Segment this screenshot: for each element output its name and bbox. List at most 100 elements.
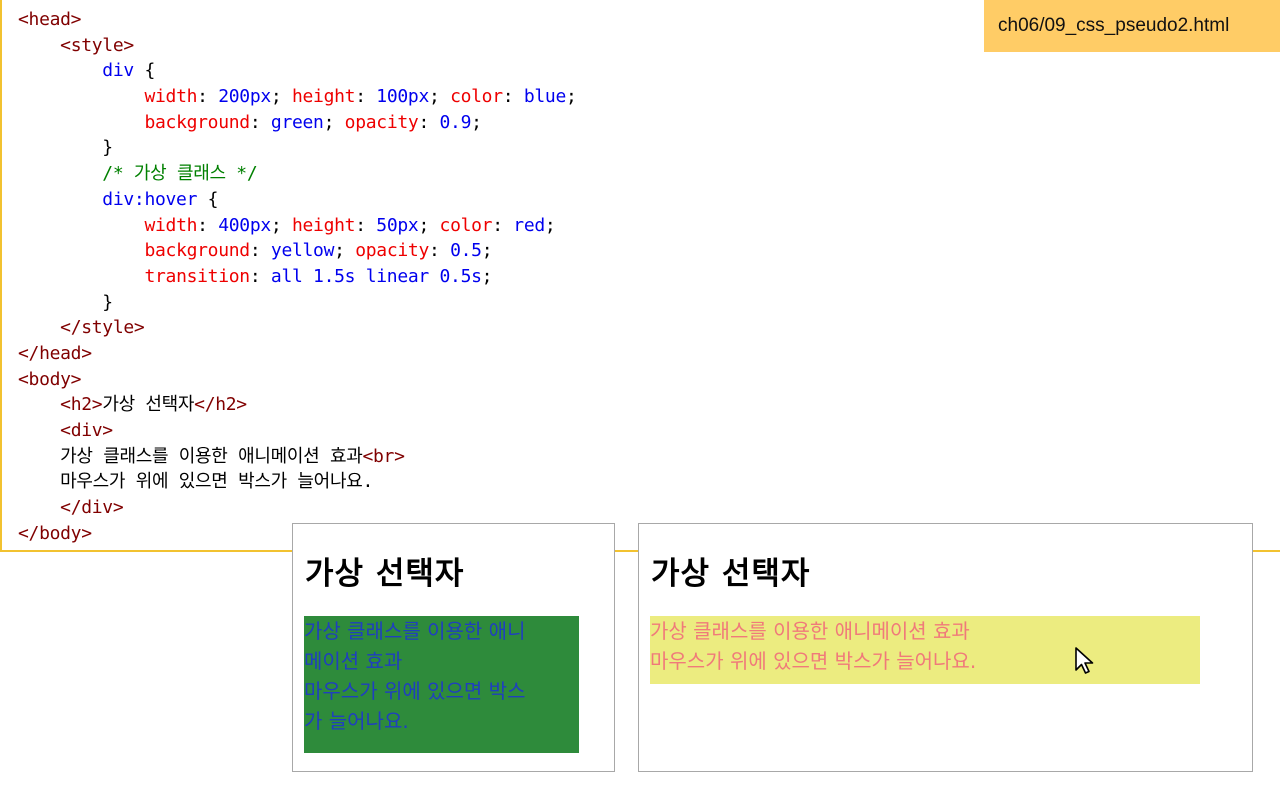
code-property: width	[144, 214, 198, 236]
code-punctuation	[18, 112, 144, 133]
code-punctuation: ;	[428, 86, 451, 108]
code-punctuation: ;	[544, 214, 556, 236]
code-punctuation	[18, 394, 60, 415]
code-value: green	[270, 111, 324, 133]
code-tag: </body>	[18, 522, 92, 544]
code-tag: <div>	[60, 420, 113, 441]
demo-box-normal[interactable]: 가상 클래스를 이용한 애니 메이션 효과 마우스가 위에 있으면 박스 가 늘…	[304, 616, 579, 753]
demo-text-line: 가상 클래스를 이용한 애니	[304, 619, 526, 643]
code-tag: </h2>	[194, 394, 247, 416]
code-value: 0.9	[439, 111, 472, 133]
demo-text-line: 마우스가 위에 있으면 박스	[304, 679, 526, 703]
code-property: width	[144, 86, 198, 108]
demo-text-line: 가 늘어나요.	[304, 709, 409, 733]
code-punctuation	[18, 497, 60, 518]
code-tag: </head>	[18, 342, 92, 364]
code-punctuation: :	[197, 86, 219, 108]
code-value: 50px	[376, 214, 419, 236]
code-line: <div>	[18, 418, 577, 444]
code-value: div	[102, 60, 134, 82]
code-line: 마우스가 위에 있으면 박스가 늘어나요.	[18, 469, 577, 495]
code-line: /* 가상 클래스 */	[18, 161, 577, 187]
code-punctuation: :	[355, 214, 377, 236]
code-punctuation	[18, 215, 144, 236]
demo-box-hover[interactable]: 가상 클래스를 이용한 애니메이션 효과 마우스가 위에 있으면 박스가 늘어나…	[650, 616, 1200, 684]
code-tag: </style>	[60, 317, 145, 339]
code-line: </style>	[18, 315, 577, 341]
code-property: color	[439, 214, 493, 236]
code-line: 가상 클래스를 이용한 애니메이션 효과<br>	[18, 444, 577, 470]
code-value: red	[513, 214, 545, 236]
code-punctuation: {	[197, 188, 219, 210]
code-punctuation	[18, 317, 60, 338]
code-text: 가상 선택자	[102, 394, 195, 416]
code-punctuation: ;	[270, 214, 292, 236]
code-property: transition	[144, 265, 250, 287]
code-punctuation	[18, 420, 60, 441]
code-tag: <h2>	[60, 394, 103, 416]
code-punctuation	[18, 189, 102, 210]
code-punctuation: ;	[481, 265, 493, 287]
code-punctuation: :	[492, 214, 514, 236]
code-punctuation	[18, 266, 144, 287]
code-line: </div>	[18, 495, 577, 521]
code-line: <head>	[18, 7, 577, 33]
code-value: blue	[523, 86, 566, 108]
code-punctuation: :	[502, 86, 524, 108]
code-punctuation: ;	[565, 86, 577, 108]
code-property: opacity	[355, 240, 429, 262]
code-line: transition: all 1.5s linear 0.5s;	[18, 264, 577, 290]
arrow-cursor-icon	[1075, 647, 1094, 674]
code-tag: </div>	[60, 497, 124, 519]
code-punctuation: :	[418, 111, 440, 133]
code-punctuation	[18, 471, 60, 492]
code-punctuation: :	[355, 86, 377, 108]
code-punctuation: ;	[270, 86, 292, 108]
code-line: </head>	[18, 341, 577, 367]
code-tag: <body>	[18, 368, 82, 390]
code-line: <h2>가상 선택자</h2>	[18, 392, 577, 418]
preview-normal-state: 가상 선택자 가상 클래스를 이용한 애니 메이션 효과 마우스가 위에 있으면…	[292, 523, 615, 772]
code-punctuation: }	[18, 137, 113, 159]
demo-text-line: 마우스가 위에 있으면 박스가 늘어나요.	[650, 649, 977, 673]
code-panel: <head> <style> div { width: 200px; heigh…	[0, 0, 1280, 552]
code-value: 0.5	[450, 240, 482, 262]
code-punctuation: }	[18, 291, 113, 313]
code-value: yellow	[270, 240, 335, 262]
code-comment: /* 가상 클래스 */	[102, 163, 258, 185]
code-property: height	[291, 86, 356, 108]
code-line: }	[18, 290, 577, 316]
code-punctuation: :	[249, 111, 271, 133]
code-punctuation: ;	[334, 240, 356, 262]
code-punctuation	[18, 163, 102, 184]
code-value: 100px	[376, 86, 429, 108]
code-text: 마우스가 위에 있으면 박스가 늘어나요.	[60, 471, 373, 493]
code-line: width: 200px; height: 100px; color: blue…	[18, 84, 577, 110]
code-value: all 1.5s linear 0.5s	[270, 265, 482, 287]
code-punctuation: {	[133, 60, 155, 82]
preview-hover-state: 가상 선택자 가상 클래스를 이용한 애니메이션 효과 마우스가 위에 있으면 …	[638, 523, 1253, 772]
code-tag: <br>	[362, 445, 405, 467]
code-punctuation: :	[428, 240, 451, 262]
code-line: }	[18, 135, 577, 161]
code-punctuation: ;	[418, 214, 440, 236]
code-property: color	[450, 86, 503, 108]
demo-text-line: 가상 클래스를 이용한 애니메이션 효과	[650, 619, 970, 643]
code-line: div {	[18, 58, 577, 84]
code-value: div:hover	[102, 188, 198, 210]
file-name-label: ch06/09_css_pseudo2.html	[984, 0, 1280, 52]
code-line: background: yellow; opacity: 0.5;	[18, 238, 577, 264]
code-line: <body>	[18, 367, 577, 393]
code-punctuation	[18, 446, 60, 467]
code-punctuation: :	[197, 214, 219, 236]
code-listing: <head> <style> div { width: 200px; heigh…	[18, 7, 577, 546]
code-value: 400px	[218, 214, 271, 236]
code-line: background: green; opacity: 0.9;	[18, 110, 577, 136]
code-punctuation	[18, 35, 60, 56]
code-property: height	[291, 214, 356, 236]
code-punctuation	[18, 240, 144, 261]
code-punctuation: ;	[481, 240, 493, 262]
code-text: 가상 클래스를 이용한 애니메이션 효과	[60, 445, 363, 467]
code-punctuation: :	[249, 240, 271, 262]
preview-heading: 가상 선택자	[305, 556, 465, 592]
